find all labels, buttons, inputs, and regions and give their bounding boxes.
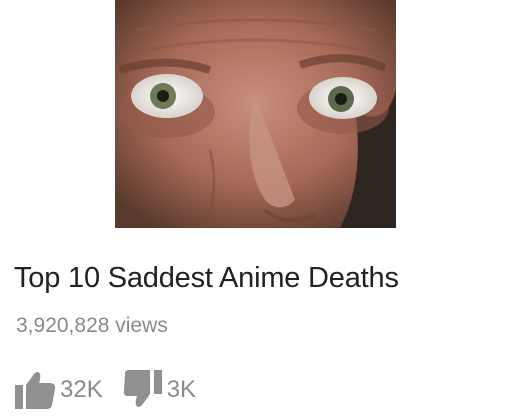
dislike-count: 3K — [166, 376, 197, 403]
view-count: 3,920,828 views — [16, 314, 168, 337]
thumbs-up-icon — [14, 370, 58, 410]
rating-bar: 32K 3K — [14, 370, 196, 410]
video-thumbnail-area — [0, 0, 511, 228]
video-thumbnail[interactable] — [115, 0, 396, 228]
thumbs-down-icon — [123, 370, 165, 410]
like-button[interactable]: 32K — [14, 370, 103, 410]
like-count: 32K — [60, 376, 103, 403]
dislike-button[interactable]: 3K — [123, 370, 196, 410]
thumbnail-image — [115, 0, 396, 228]
video-title[interactable]: Top 10 Saddest Anime Deaths — [14, 262, 399, 295]
